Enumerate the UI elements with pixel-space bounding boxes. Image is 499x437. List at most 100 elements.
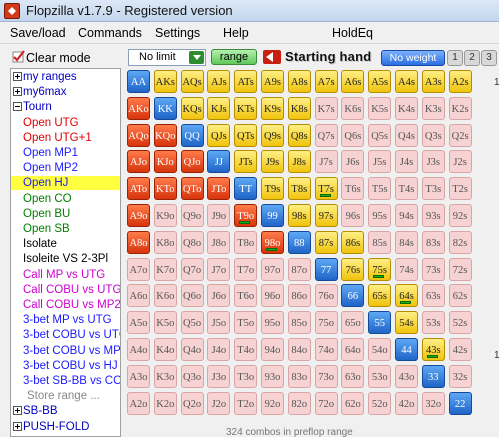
checkmark-icon[interactable] bbox=[12, 50, 26, 64]
hand-cell[interactable]: KQs bbox=[180, 96, 204, 120]
hand-cell[interactable]: 92o bbox=[261, 391, 284, 415]
hand-cell[interactable]: 99 bbox=[261, 204, 284, 227]
hand-cell[interactable]: J9o bbox=[207, 204, 231, 227]
hand-cell[interactable]: A6o bbox=[127, 284, 150, 308]
hand-cell[interactable]: 74o bbox=[314, 338, 338, 361]
hand-cell[interactable]: A9s bbox=[261, 70, 284, 93]
hand-cell[interactable]: Q2s bbox=[448, 123, 472, 147]
hand-cell[interactable]: J9s bbox=[261, 150, 284, 174]
hand-cell[interactable]: T6s bbox=[341, 177, 365, 201]
tree-item[interactable]: Isolate bbox=[11, 237, 120, 251]
tree-item[interactable]: Open BU bbox=[11, 207, 120, 221]
tree-item[interactable]: 3-bet SB-BB vs CO bbox=[11, 374, 120, 388]
hand-cell[interactable]: 87s bbox=[314, 230, 338, 254]
hand-cell[interactable]: 52s bbox=[448, 311, 472, 335]
hand-cell[interactable]: 82s bbox=[448, 230, 472, 254]
expand-icon[interactable] bbox=[13, 406, 22, 416]
hand-cell[interactable]: T5s bbox=[368, 177, 392, 201]
hand-cell[interactable]: A2o bbox=[127, 391, 150, 415]
hand-cell[interactable]: 62s bbox=[448, 284, 472, 308]
hand-cell[interactable]: A7s bbox=[314, 70, 338, 93]
hand-cell[interactable]: 96s bbox=[341, 204, 365, 227]
hand-cell[interactable]: Q3s bbox=[421, 123, 445, 147]
expand-icon[interactable] bbox=[13, 72, 22, 81]
hand-cell[interactable]: 42s bbox=[448, 338, 472, 361]
hand-cell[interactable]: K3o bbox=[153, 364, 177, 388]
hand-cell[interactable]: 73o bbox=[314, 364, 338, 388]
hand-cell[interactable]: K7o bbox=[153, 257, 177, 281]
hand-cell[interactable]: KJo bbox=[153, 150, 177, 174]
expand-icon[interactable] bbox=[13, 421, 22, 431]
tree-item[interactable]: Call MP vs UTG bbox=[11, 268, 120, 282]
hand-cell[interactable]: 22 bbox=[448, 391, 472, 415]
hand-cell[interactable]: K9s bbox=[261, 96, 284, 120]
menu-save-load[interactable]: Save/load bbox=[10, 26, 66, 40]
hand-cell[interactable]: JTo bbox=[207, 177, 231, 201]
hand-cell[interactable]: J7o bbox=[207, 257, 231, 281]
hand-cell[interactable]: J8o bbox=[207, 230, 231, 254]
hand-cell[interactable]: 85o bbox=[287, 311, 311, 335]
hand-cell[interactable]: K2o bbox=[153, 391, 177, 415]
clear-mode-label[interactable]: Clear mode bbox=[26, 51, 91, 65]
hand-cell[interactable]: 32s bbox=[448, 364, 472, 388]
range-button[interactable]: range bbox=[211, 49, 257, 65]
hand-cell[interactable]: Q4s bbox=[395, 123, 418, 147]
hand-cell[interactable]: 54o bbox=[368, 338, 392, 361]
hand-cell[interactable]: Q8s bbox=[287, 123, 311, 147]
hand-cell[interactable]: K8o bbox=[153, 230, 177, 254]
menu-commands[interactable]: Commands bbox=[78, 26, 142, 40]
hand-cell[interactable]: QJo bbox=[180, 150, 204, 174]
hand-cell[interactable]: 75o bbox=[314, 311, 338, 335]
hand-cell[interactable]: QJs bbox=[207, 123, 231, 147]
hand-cell[interactable]: Q5o bbox=[180, 311, 204, 335]
hand-cell[interactable]: K6s bbox=[341, 96, 365, 120]
tree-item[interactable]: Open UTG bbox=[11, 116, 120, 130]
menu-holdeq[interactable]: HoldEq bbox=[332, 26, 373, 40]
hand-cell[interactable]: 92s bbox=[448, 204, 472, 227]
hand-cell[interactable]: 83o bbox=[287, 364, 311, 388]
hand-cell[interactable]: 87o bbox=[287, 257, 311, 281]
tree-item[interactable]: Open MP1 bbox=[11, 146, 120, 160]
hand-cell[interactable]: 86s bbox=[341, 230, 365, 254]
hand-cell[interactable]: 54s bbox=[395, 311, 418, 335]
tree-item[interactable]: Store range ... bbox=[11, 389, 120, 403]
hand-cell[interactable]: 96o bbox=[261, 284, 284, 308]
hand-cell[interactable]: K4o bbox=[153, 338, 177, 361]
hand-cell[interactable]: Q6o bbox=[180, 284, 204, 308]
hand-cell[interactable]: 72o bbox=[314, 391, 338, 415]
hand-cell[interactable]: 62o bbox=[341, 391, 365, 415]
hand-cell[interactable]: KTo bbox=[153, 177, 177, 201]
hand-cell[interactable]: Q5s bbox=[368, 123, 392, 147]
hand-cell[interactable]: ATs bbox=[234, 70, 258, 93]
hand-cell[interactable]: 85s bbox=[368, 230, 392, 254]
limit-select[interactable]: No limit bbox=[128, 49, 206, 66]
tree-item[interactable]: Open CO bbox=[11, 192, 120, 206]
hand-cell[interactable]: J2s bbox=[448, 150, 472, 174]
hand-cell[interactable]: J8s bbox=[287, 150, 311, 174]
hand-cell[interactable]: J5s bbox=[368, 150, 392, 174]
chevron-down-icon[interactable] bbox=[189, 51, 204, 64]
tree-item[interactable]: 3-bet COBU vs MP bbox=[11, 344, 120, 358]
hand-cell[interactable]: 33 bbox=[421, 364, 445, 388]
tree-item[interactable]: Open HJ bbox=[11, 176, 120, 191]
hand-cell[interactable]: A3s bbox=[421, 70, 445, 93]
hand-cell[interactable]: 43o bbox=[395, 364, 418, 388]
menu-help[interactable]: Help bbox=[223, 26, 249, 40]
hand-cell[interactable]: T6o bbox=[234, 284, 258, 308]
hand-cell[interactable]: A4o bbox=[127, 338, 150, 361]
hand-cell[interactable]: 64s bbox=[395, 284, 418, 308]
hand-cell[interactable]: T2s bbox=[448, 177, 472, 201]
hand-cell[interactable]: Q2o bbox=[180, 391, 204, 415]
hand-cell[interactable]: K3s bbox=[421, 96, 445, 120]
tree-item[interactable]: 3-bet COBU vs UTG bbox=[11, 328, 120, 342]
hand-cell[interactable]: 44 bbox=[395, 338, 418, 361]
hand-cell[interactable]: KQo bbox=[153, 123, 177, 147]
hand-cell[interactable]: 53s bbox=[421, 311, 445, 335]
hand-cell[interactable]: 94s bbox=[395, 204, 418, 227]
hand-cell[interactable]: QQ bbox=[180, 123, 204, 147]
hand-cell[interactable]: T9s bbox=[261, 177, 284, 201]
hand-cell[interactable]: T8s bbox=[287, 177, 311, 201]
hand-cell[interactable]: T4o bbox=[234, 338, 258, 361]
hand-cell[interactable]: Q7o bbox=[180, 257, 204, 281]
hand-cell[interactable]: K5s bbox=[368, 96, 392, 120]
